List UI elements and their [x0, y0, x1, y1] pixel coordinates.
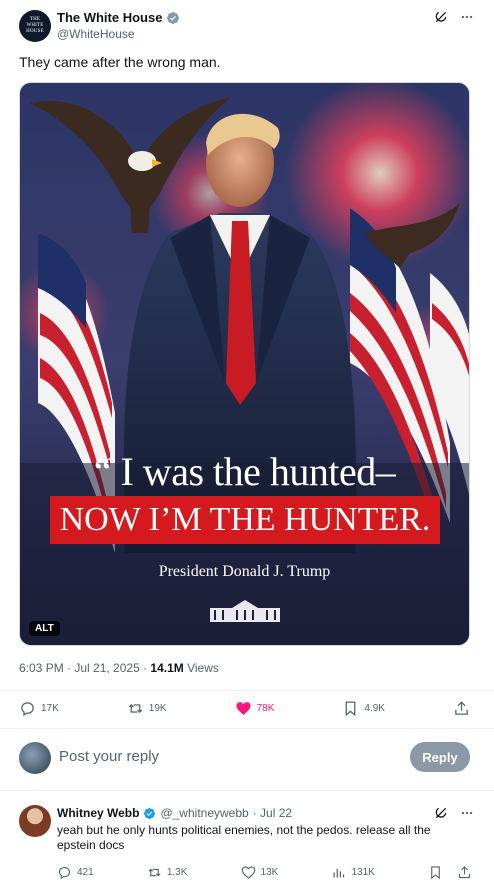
- reply-button[interactable]: Reply: [410, 742, 470, 772]
- reply-header: Whitney Webb @_whitneywebb · Jul 22: [57, 806, 292, 820]
- like-action[interactable]: 13K: [241, 865, 279, 880]
- reply-input[interactable]: Post your reply: [59, 748, 159, 765]
- reply-author-avatar[interactable]: [19, 805, 51, 837]
- views-label: Views: [183, 661, 219, 675]
- reply-icon: [21, 702, 34, 717]
- grok-icon[interactable]: [434, 806, 448, 820]
- repost-count: 1.3K: [166, 867, 188, 878]
- reply-count: 17K: [41, 703, 59, 714]
- divider: [0, 790, 494, 791]
- more-options-icon[interactable]: [460, 806, 474, 820]
- share-icon[interactable]: [457, 865, 472, 880]
- reply-count: 421: [77, 867, 94, 878]
- heart-filled-icon: [236, 702, 251, 715]
- views-count: 14.1M: [150, 661, 184, 675]
- reply-action[interactable]: 421: [57, 865, 94, 880]
- heart-icon: [241, 866, 255, 879]
- tweet-actions: 17K 19K 78K 4.9K: [19, 700, 470, 717]
- share-action[interactable]: [453, 700, 470, 717]
- repost-icon: [128, 704, 143, 713]
- poster-artwork: [20, 83, 469, 645]
- reply-text: yeah but he only hunts political enemies…: [57, 823, 431, 852]
- views-action[interactable]: 131K: [331, 865, 375, 880]
- reply-action[interactable]: 17K: [19, 700, 59, 717]
- alt-text-badge[interactable]: ALT: [29, 621, 60, 636]
- bookmark-count: 4.9K: [364, 703, 385, 714]
- reply-actions: 421 1.3K 13K 131K: [57, 865, 472, 880]
- views-count: 131K: [351, 867, 375, 878]
- share-icon: [455, 701, 468, 715]
- repost-action[interactable]: 19K: [127, 700, 167, 717]
- bookmark-icon[interactable]: [428, 865, 443, 880]
- like-count: 13K: [260, 867, 279, 878]
- like-action[interactable]: 78K: [235, 700, 275, 717]
- tweet-text: They came after the wrong man.: [19, 54, 221, 70]
- repost-icon: [148, 868, 161, 877]
- divider: [0, 728, 494, 729]
- tweet-image[interactable]: “ I was the hunted– NOW I’M THE HUNTER. …: [19, 82, 470, 646]
- grok-icon[interactable]: [434, 10, 448, 24]
- timestamp[interactable]: 6:03 PM · Jul 21, 2025 ·: [19, 661, 150, 675]
- user-avatar[interactable]: [19, 742, 51, 774]
- bookmark-action[interactable]: 4.9K: [342, 700, 385, 717]
- reply-author-handle[interactable]: @_whitneywebb: [160, 806, 248, 820]
- poster-byline: President Donald J. Trump: [158, 563, 331, 580]
- reply-date[interactable]: · Jul 22: [253, 806, 292, 820]
- poster-quote-line2: NOW I’M THE HUNTER.: [59, 501, 431, 538]
- account-handle[interactable]: @WhiteHouse: [57, 27, 135, 41]
- bookmark-icon: [346, 701, 356, 717]
- repost-action[interactable]: 1.3K: [147, 865, 188, 880]
- divider: [0, 690, 494, 691]
- like-count: 78K: [256, 703, 275, 714]
- white-house-avatar[interactable]: THE WHITE HOUSE: [19, 10, 51, 42]
- repost-count: 19K: [148, 703, 167, 714]
- reply-author-name[interactable]: Whitney Webb: [57, 806, 139, 820]
- analytics-icon: [333, 868, 345, 878]
- account-name[interactable]: The White House: [57, 10, 162, 25]
- blue-verified-icon: [144, 807, 156, 819]
- avatar-wordmark: THE WHITE HOUSE: [26, 17, 44, 34]
- gray-verified-icon: [167, 11, 180, 24]
- more-options-icon[interactable]: [460, 10, 474, 24]
- tweet-meta: 6:03 PM · Jul 21, 2025 · 14.1M Views: [19, 661, 219, 675]
- poster-quote-line1: “ I was the hunted–: [93, 449, 396, 494]
- reply-icon: [58, 866, 71, 880]
